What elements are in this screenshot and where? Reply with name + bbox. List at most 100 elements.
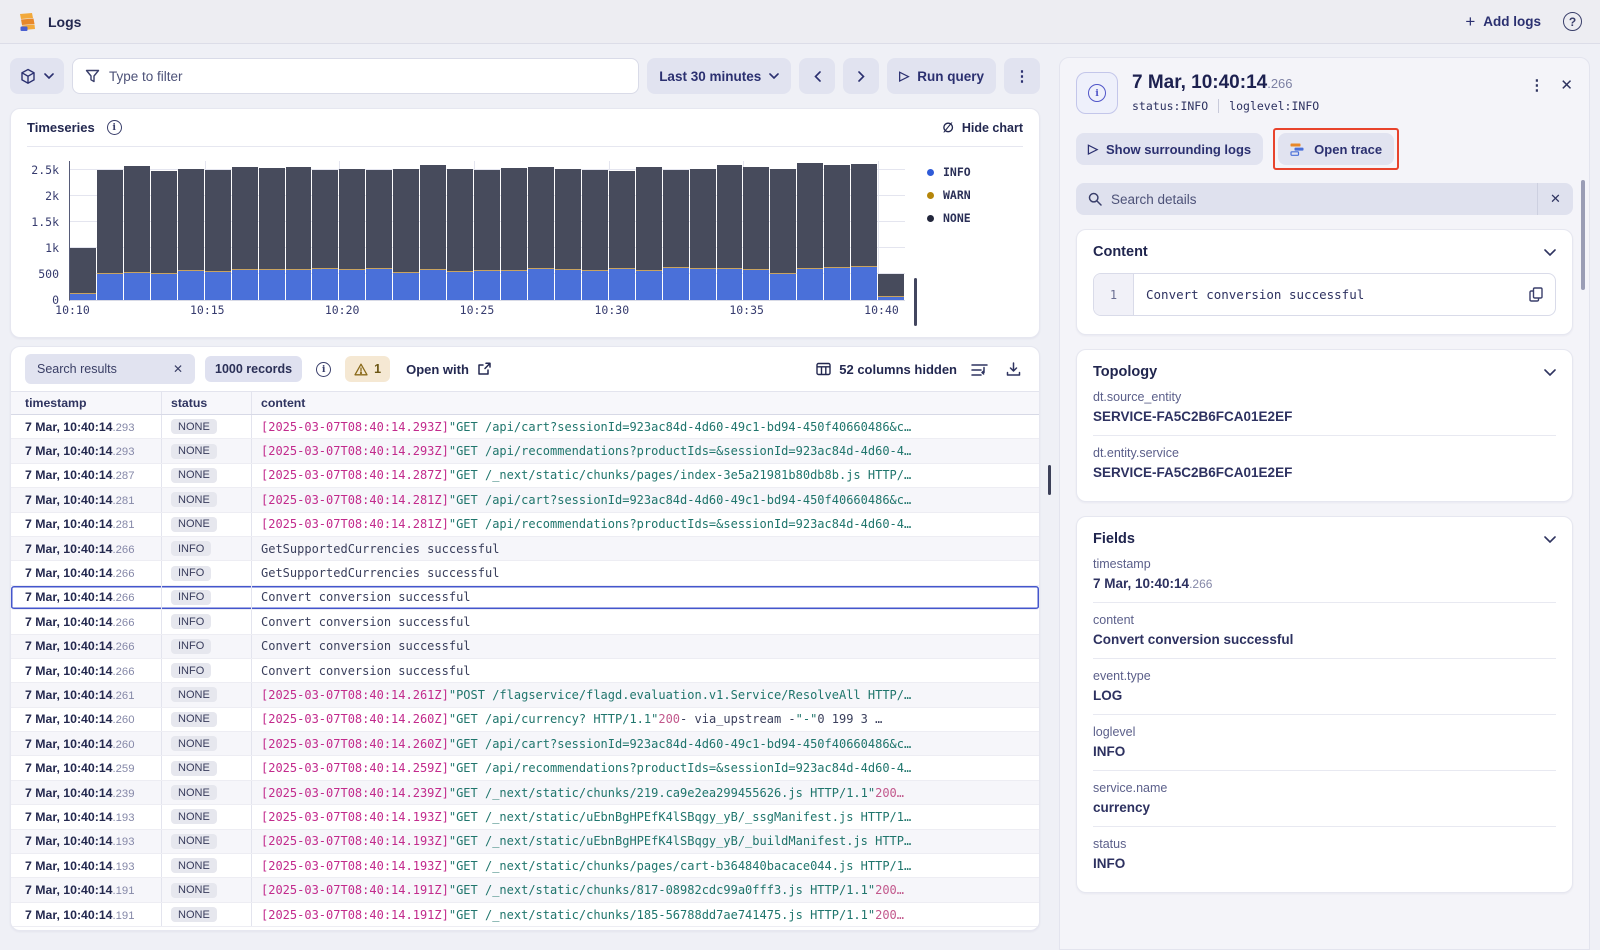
table-row[interactable]: 7 Mar, 10:40:14.266 INFO GetSupportedCur… xyxy=(11,537,1039,561)
run-query-button[interactable]: ▷ Run query xyxy=(887,58,996,94)
open-with-button[interactable]: Open with xyxy=(406,362,491,377)
detail-field: dt.source_entity SERVICE-FA5C2B6FCA01E2E… xyxy=(1093,380,1556,435)
row-status: NONE xyxy=(161,878,251,901)
detail-field: timestamp 7 Mar, 10:40:14.266 xyxy=(1093,547,1556,602)
table-row[interactable]: 7 Mar, 10:40:14.266 INFO Convert convers… xyxy=(11,586,1039,610)
table-row[interactable]: 7 Mar, 10:40:14.239 NONE [2025-03-07T08:… xyxy=(11,781,1039,805)
filter-input[interactable]: Type to filter xyxy=(72,58,639,94)
chart-end-handle[interactable] xyxy=(914,278,917,326)
status-badge: INFO xyxy=(171,639,211,654)
field-name: service.name xyxy=(1093,781,1556,795)
table-row[interactable]: 7 Mar, 10:40:14.260 NONE [2025-03-07T08:… xyxy=(11,708,1039,732)
query-menu-button[interactable]: ⋮ xyxy=(1004,58,1040,94)
pane-resize-handle[interactable] xyxy=(1048,465,1051,495)
table-row[interactable]: 7 Mar, 10:40:14.281 NONE [2025-03-07T08:… xyxy=(11,513,1039,537)
help-button[interactable]: ? xyxy=(1563,12,1582,31)
hide-chart-button[interactable]: ∅ Hide chart xyxy=(943,120,1023,136)
table-row[interactable]: 7 Mar, 10:40:14.281 NONE [2025-03-07T08:… xyxy=(11,488,1039,512)
detail-menu-button[interactable]: ⋮ xyxy=(1529,76,1544,94)
column-header-status[interactable]: status xyxy=(161,392,251,414)
scope-selector-button[interactable] xyxy=(10,58,64,94)
field-value: INFO xyxy=(1093,856,1556,871)
table-row[interactable]: 7 Mar, 10:40:14.191 NONE [2025-03-07T08:… xyxy=(11,903,1039,927)
table-row[interactable]: 7 Mar, 10:40:14.261 NONE [2025-03-07T08:… xyxy=(11,683,1039,707)
open-trace-button[interactable]: Open trace xyxy=(1278,133,1394,165)
columns-hidden-button[interactable]: 52 columns hidden xyxy=(816,362,957,377)
row-status: NONE xyxy=(161,903,251,926)
scrollbar-thumb[interactable] xyxy=(1581,180,1585,290)
table-row[interactable]: 7 Mar, 10:40:14.266 INFO Convert convers… xyxy=(11,635,1039,659)
chevron-down-icon xyxy=(44,73,54,79)
table-row[interactable]: 7 Mar, 10:40:14.193 NONE [2025-03-07T08:… xyxy=(11,830,1039,854)
table-row[interactable]: 7 Mar, 10:40:14.191 NONE [2025-03-07T08:… xyxy=(11,878,1039,902)
detail-search-clear-button[interactable]: ✕ xyxy=(1537,183,1573,215)
fields-section-title: Fields xyxy=(1093,531,1135,547)
table-row[interactable]: 7 Mar, 10:40:14.293 NONE [2025-03-07T08:… xyxy=(11,439,1039,463)
collapse-fields-button[interactable] xyxy=(1544,536,1556,543)
warning-count: 1 xyxy=(374,362,381,376)
columns-hidden-label: 52 columns hidden xyxy=(839,362,957,377)
legend-label: NONE xyxy=(943,211,971,225)
row-timestamp: 7 Mar, 10:40:14.191 xyxy=(11,906,161,924)
warning-badge[interactable]: 1 xyxy=(345,356,390,382)
log-table-header[interactable]: timestamp status content xyxy=(11,392,1039,415)
status-badge: NONE xyxy=(171,517,217,532)
wrap-lines-button[interactable] xyxy=(967,359,992,380)
row-content: [2025-03-07T08:40:14.293Z] "GET /api/car… xyxy=(251,415,1039,438)
results-search-input[interactable]: Search results ✕ xyxy=(25,354,195,384)
time-next-button[interactable] xyxy=(843,58,879,94)
content-text: Convert conversion successful xyxy=(1134,274,1529,315)
copy-button[interactable] xyxy=(1529,274,1555,315)
chart-info-icon[interactable]: i xyxy=(107,120,122,135)
time-prev-button[interactable] xyxy=(799,58,835,94)
row-timestamp: 7 Mar, 10:40:14.266 xyxy=(11,613,161,631)
collapse-content-button[interactable] xyxy=(1544,249,1556,256)
table-row[interactable]: 7 Mar, 10:40:14.293 NONE [2025-03-07T08:… xyxy=(11,415,1039,439)
row-status: NONE xyxy=(161,756,251,779)
time-range-button[interactable]: Last 30 minutes xyxy=(647,58,791,94)
status-badge: NONE xyxy=(171,419,217,434)
legend-item-none[interactable]: NONE xyxy=(927,211,1023,225)
table-row[interactable]: 7 Mar, 10:40:14.287 NONE [2025-03-07T08:… xyxy=(11,464,1039,488)
column-header-timestamp[interactable]: timestamp xyxy=(11,396,161,410)
column-header-content[interactable]: content xyxy=(251,392,1039,414)
row-content: [2025-03-07T08:40:14.281Z] "GET /api/car… xyxy=(251,488,1039,511)
row-status: INFO xyxy=(161,537,251,560)
download-button[interactable] xyxy=(1002,358,1025,381)
row-status: NONE xyxy=(161,732,251,755)
clear-search-button[interactable]: ✕ xyxy=(165,358,191,380)
page-title: Logs xyxy=(48,14,81,30)
table-row[interactable]: 7 Mar, 10:40:14.259 NONE [2025-03-07T08:… xyxy=(11,756,1039,780)
chart-legend: INFO WARN NONE xyxy=(905,161,1023,326)
table-row[interactable]: 7 Mar, 10:40:14.266 INFO GetSupportedCur… xyxy=(11,561,1039,585)
detail-field: service.name currency xyxy=(1093,770,1556,826)
legend-item-info[interactable]: INFO xyxy=(927,165,1023,179)
table-row[interactable]: 7 Mar, 10:40:14.266 INFO Convert convers… xyxy=(11,659,1039,683)
chart-title: Timeseries xyxy=(27,120,95,135)
table-row[interactable]: 7 Mar, 10:40:14.193 NONE [2025-03-07T08:… xyxy=(11,854,1039,878)
field-name: dt.source_entity xyxy=(1093,390,1556,404)
topology-section-title: Topology xyxy=(1093,364,1157,380)
status-badge: NONE xyxy=(171,687,217,702)
add-logs-button[interactable]: + Add logs xyxy=(1465,12,1541,32)
kebab-icon: ⋮ xyxy=(1015,67,1030,85)
play-icon: ▷ xyxy=(1088,141,1098,157)
row-timestamp: 7 Mar, 10:40:14.259 xyxy=(11,759,161,777)
timeseries-card: Timeseries i ∅ Hide chart 05001k1.5k2k2.… xyxy=(10,108,1040,338)
legend-item-warn[interactable]: WARN xyxy=(927,188,1023,202)
detail-search-input[interactable]: Search details xyxy=(1076,192,1537,207)
table-row[interactable]: 7 Mar, 10:40:14.266 INFO Convert convers… xyxy=(11,610,1039,634)
collapse-topology-button[interactable] xyxy=(1544,369,1556,376)
status-badge: NONE xyxy=(171,907,217,922)
show-surrounding-logs-button[interactable]: ▷ Show surrounding logs xyxy=(1076,133,1263,165)
row-status: NONE xyxy=(161,830,251,853)
table-row[interactable]: 7 Mar, 10:40:14.193 NONE [2025-03-07T08:… xyxy=(11,805,1039,829)
records-info-button[interactable]: i xyxy=(312,358,335,381)
table-row[interactable]: 7 Mar, 10:40:14.260 NONE [2025-03-07T08:… xyxy=(11,732,1039,756)
close-panel-button[interactable]: ✕ xyxy=(1560,76,1573,94)
timeseries-chart: 05001k1.5k2k2.5k 10:1010:1510:2010:2510:… xyxy=(27,161,905,326)
chart-bars[interactable] xyxy=(70,161,905,300)
query-bar: Type to filter Last 30 minutes ▷ xyxy=(10,57,1040,95)
detail-field: content Convert conversion successful xyxy=(1093,602,1556,658)
legend-dot xyxy=(927,215,934,222)
